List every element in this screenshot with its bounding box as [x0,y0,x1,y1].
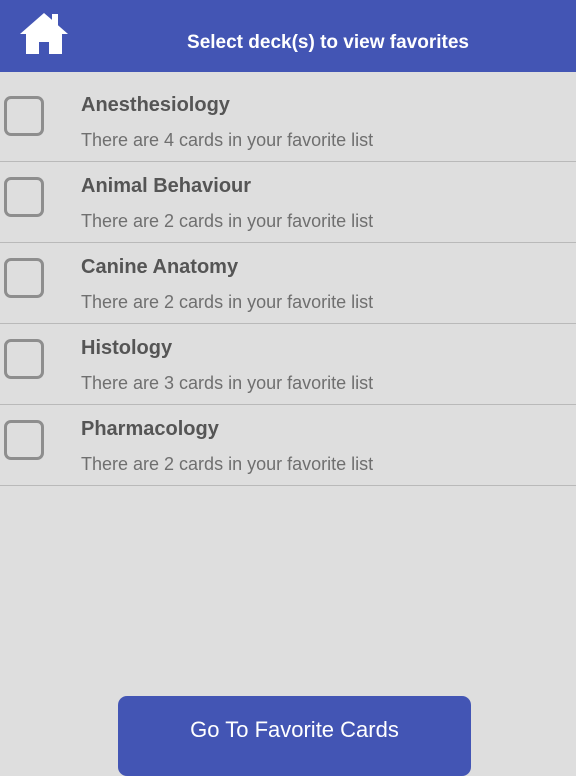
deck-row-histology[interactable]: Histology There are 3 cards in your favo… [0,324,576,405]
header-bar: Select deck(s) to view favorites [0,0,576,72]
deck-checkbox[interactable] [4,258,44,298]
go-to-favorite-cards-button[interactable]: Go To Favorite Cards [118,696,471,776]
page-title: Select deck(s) to view favorites [187,32,469,53]
deck-checkbox[interactable] [4,96,44,136]
deck-favorite-count: There are 2 cards in your favorite list [81,292,374,312]
deck-list: Anesthesiology There are 4 cards in your… [0,81,576,486]
deck-row-animal-behaviour[interactable]: Animal Behaviour There are 2 cards in yo… [0,162,576,243]
deck-checkbox[interactable] [4,177,44,217]
deck-favorite-count: There are 4 cards in your favorite list [81,130,374,150]
deck-name: Histology [81,337,173,359]
deck-row-pharmacology[interactable]: Pharmacology There are 2 cards in your f… [0,405,576,486]
deck-name: Pharmacology [81,418,219,440]
deck-row-canine-anatomy[interactable]: Canine Anatomy There are 2 cards in your… [0,243,576,324]
deck-row-anesthesiology[interactable]: Anesthesiology There are 4 cards in your… [0,81,576,162]
deck-checkbox[interactable] [4,420,44,460]
deck-name: Animal Behaviour [81,175,252,197]
deck-favorite-count: There are 2 cards in your favorite list [81,454,374,474]
home-icon [20,13,68,54]
deck-favorite-count: There are 2 cards in your favorite list [81,211,374,231]
home-button[interactable] [18,10,70,58]
deck-favorite-count: There are 3 cards in your favorite list [81,373,374,393]
deck-name: Canine Anatomy [81,256,239,278]
deck-checkbox[interactable] [4,339,44,379]
deck-name: Anesthesiology [81,94,230,116]
